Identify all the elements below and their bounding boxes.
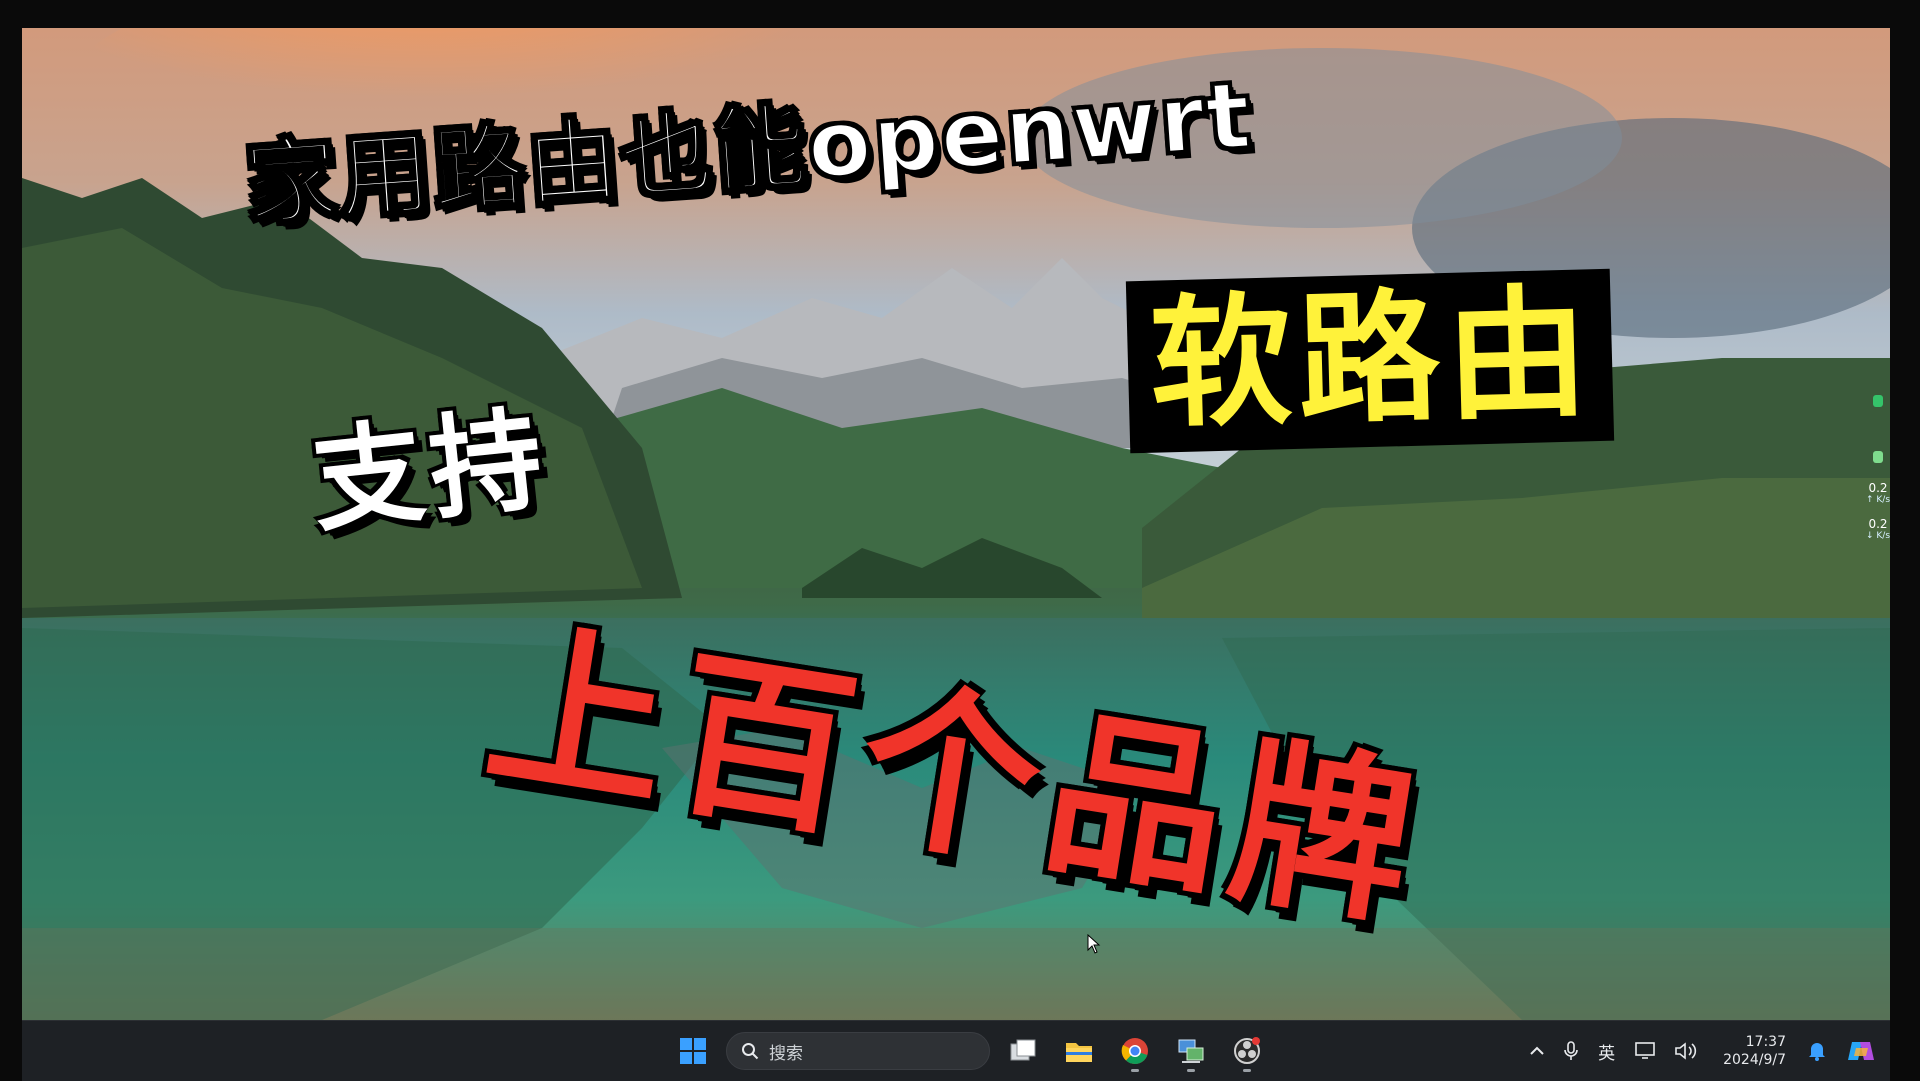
status-dot-icon	[1873, 395, 1883, 407]
input-method-indicator[interactable]: 英	[1598, 1039, 1615, 1064]
chevron-up-icon	[1530, 1046, 1544, 1055]
upload-speed-value: 0.2	[1868, 481, 1888, 495]
upload-speed-unit: ↑ K/s	[1865, 495, 1891, 505]
running-indicator	[1131, 1069, 1139, 1072]
obs-icon	[1234, 1037, 1260, 1064]
chrome-button[interactable]	[1112, 1028, 1158, 1074]
network-speed-widget: 0.2 ↑ K/s 0.2 ↓ K/s	[1858, 395, 1898, 553]
microphone-button[interactable]	[1564, 1041, 1578, 1061]
network-app-icon	[1178, 1039, 1204, 1063]
network-app-button[interactable]	[1168, 1028, 1214, 1074]
headline-soft-router: 软路由	[1125, 268, 1615, 454]
mouse-cursor-icon	[1087, 934, 1101, 954]
running-indicator	[1187, 1069, 1195, 1072]
taskbar-search-box[interactable]: 搜索	[726, 1032, 990, 1070]
show-hidden-icons-button[interactable]	[1530, 1046, 1544, 1056]
download-speed-value: 0.2	[1868, 517, 1888, 531]
clock-time: 17:37	[1745, 1034, 1786, 1050]
clock-button[interactable]: 17:37 2024/9/7	[1723, 1033, 1786, 1069]
windows-start-icon	[680, 1038, 706, 1064]
network-button[interactable]	[1635, 1042, 1655, 1060]
task-view-icon	[1010, 1039, 1036, 1061]
file-explorer-icon	[1066, 1043, 1092, 1062]
running-indicator	[1243, 1069, 1251, 1072]
file-explorer-button[interactable]	[1056, 1028, 1102, 1074]
volume-button[interactable]	[1675, 1042, 1697, 1060]
system-tray: 英 17:37 2024/9/7	[1520, 1021, 1890, 1081]
search-icon	[742, 1043, 759, 1060]
obs-button[interactable]	[1224, 1028, 1270, 1074]
microphone-icon	[1564, 1041, 1578, 1060]
volume-icon	[1675, 1042, 1697, 1060]
copilot-icon	[1848, 1042, 1874, 1060]
bell-icon	[1809, 1043, 1825, 1061]
clock-date: 2024/9/7	[1723, 1052, 1786, 1068]
taskbar: 搜索 英 17:37 2024/9/7	[22, 1020, 1890, 1081]
download-speed-unit: ↓ K/s	[1865, 531, 1891, 541]
task-view-button[interactable]	[1000, 1028, 1046, 1074]
taskbar-center: 搜索	[670, 1021, 1270, 1081]
start-button[interactable]	[670, 1028, 716, 1074]
notifications-button[interactable]	[1808, 1041, 1826, 1061]
chrome-icon	[1121, 1038, 1148, 1064]
headline-support: 支持	[305, 394, 555, 548]
search-placeholder: 搜索	[769, 1043, 803, 1064]
network-icon	[1635, 1042, 1655, 1059]
copilot-button[interactable]	[1846, 1036, 1876, 1066]
status-dot-secondary-icon	[1873, 451, 1883, 463]
